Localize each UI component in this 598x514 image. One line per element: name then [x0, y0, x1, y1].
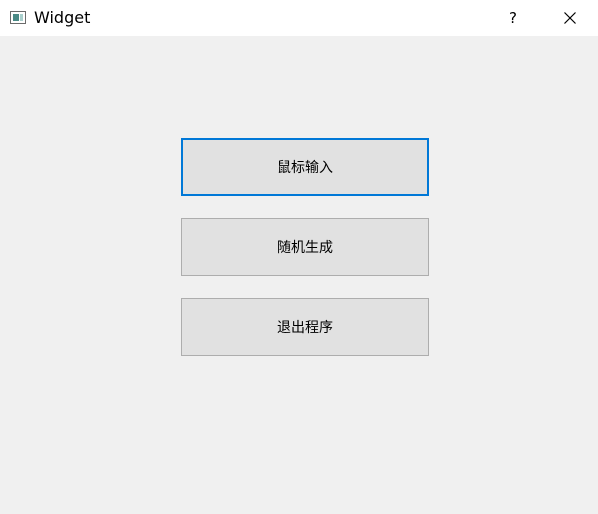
random-generate-button[interactable]: 随机生成 — [181, 218, 429, 276]
window-title: Widget — [34, 8, 91, 27]
app-window-icon — [10, 11, 26, 24]
help-button[interactable]: ? — [490, 0, 536, 36]
close-icon — [564, 12, 576, 24]
close-button[interactable] — [547, 0, 593, 36]
mouse-input-button[interactable]: 鼠标输入 — [181, 138, 429, 196]
exit-program-button[interactable]: 退出程序 — [181, 298, 429, 356]
title-bar[interactable]: Widget ? — [0, 0, 598, 36]
main-window: Widget ? 鼠标输入 随机生成 退出程序 — [0, 0, 598, 514]
